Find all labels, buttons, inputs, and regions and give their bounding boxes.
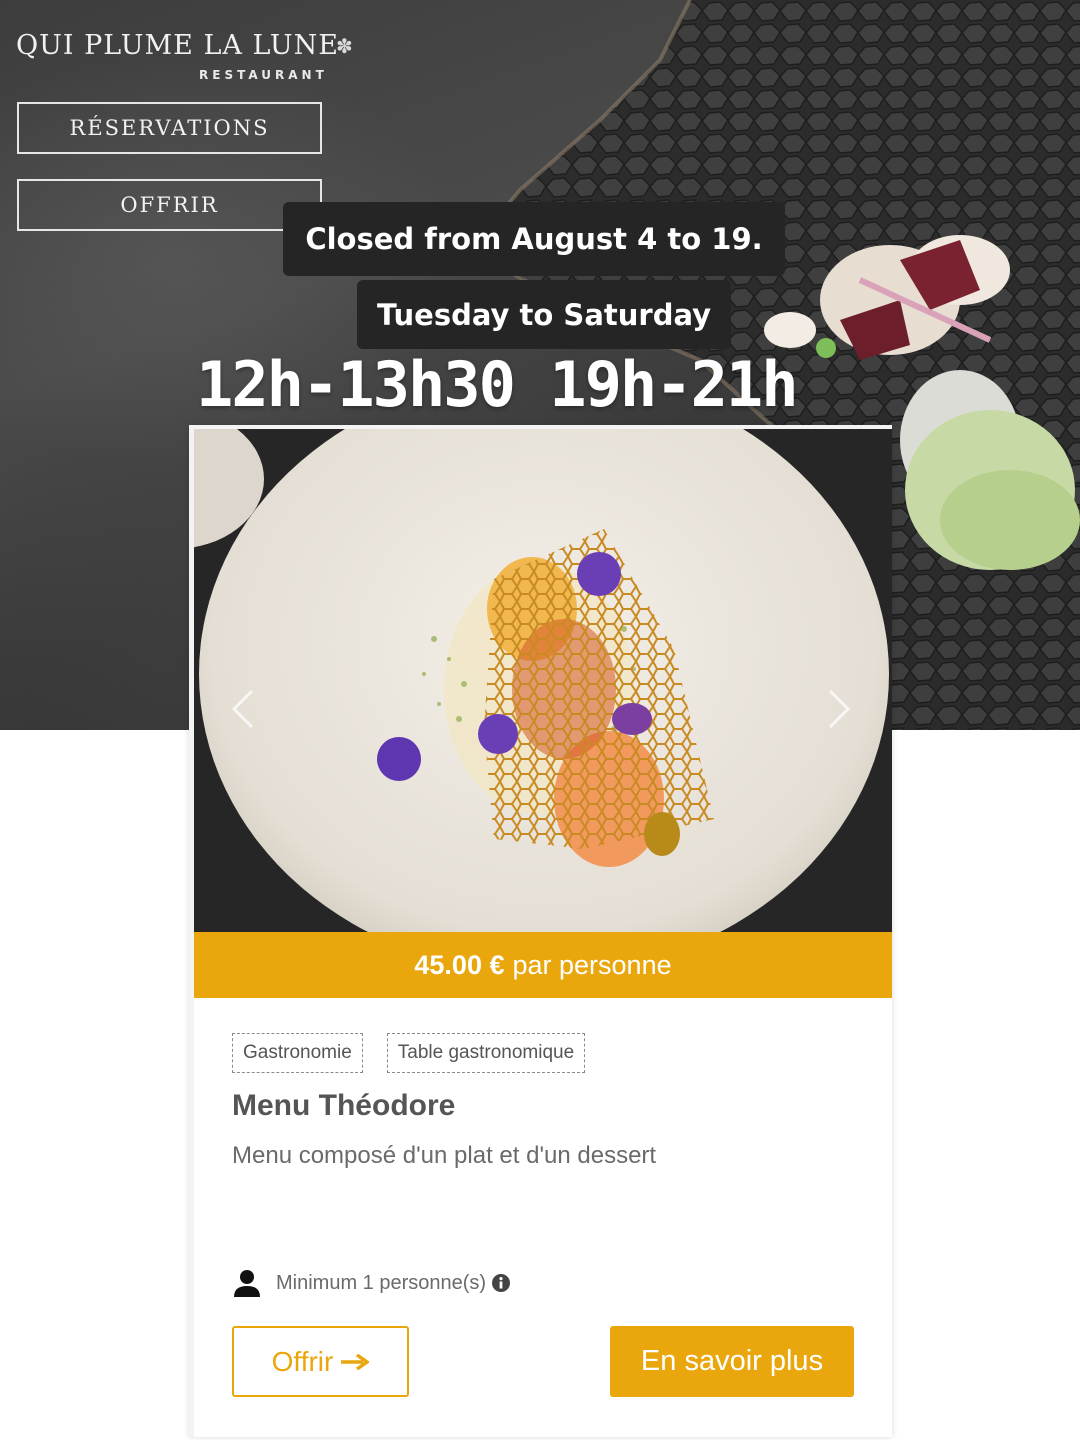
arrow-right-icon [341,1353,370,1370]
menu-description: Menu composé d'un plat et d'un dessert [232,1142,657,1169]
restaurant-subtitle: RESTAURANT [199,68,328,82]
info-icon[interactable] [491,1273,511,1293]
more-info-button[interactable]: En savoir plus [610,1326,854,1397]
offer-card: 45.00 € par personne Gastronomie Table g… [189,425,892,1437]
tag-list: Gastronomie Table gastronomique [232,1033,586,1073]
offrir-button-label: Offrir [271,1345,334,1377]
restaurant-logo[interactable]: QUI PLUME LA LUNE ✽ RESTAURANT [16,30,356,82]
chevron-right-icon[interactable] [826,689,860,739]
flower-icon: ✽ [336,36,353,58]
minimum-label: Minimum 1 personne(s) [276,1271,487,1294]
price-amount: 45.00 € [414,949,505,980]
dish-image [194,429,892,932]
price-unit: par personne [512,949,672,980]
dish-carousel[interactable] [194,429,892,932]
chevron-left-icon[interactable] [230,689,264,739]
offrir-nav-button[interactable]: OFFRIR [17,179,322,231]
price-banner: 45.00 € par personne [194,932,892,998]
tag-gastronomie[interactable]: Gastronomie [232,1033,363,1073]
offrir-button[interactable]: Offrir [232,1326,409,1397]
opening-hours: 12h-13h30 19h-21h [196,348,799,421]
person-icon [234,1270,260,1297]
reservations-button[interactable]: RÉSERVATIONS [17,102,322,154]
closure-notice: Closed from August 4 to 19. [283,202,785,276]
menu-title: Menu Théodore [232,1089,456,1122]
opening-days: Tuesday to Saturday [357,280,731,349]
minimum-people: Minimum 1 personne(s) [232,1267,511,1299]
restaurant-name: QUI PLUME LA LUNE [16,30,340,61]
tag-table-gastronomique[interactable]: Table gastronomique [386,1033,586,1073]
